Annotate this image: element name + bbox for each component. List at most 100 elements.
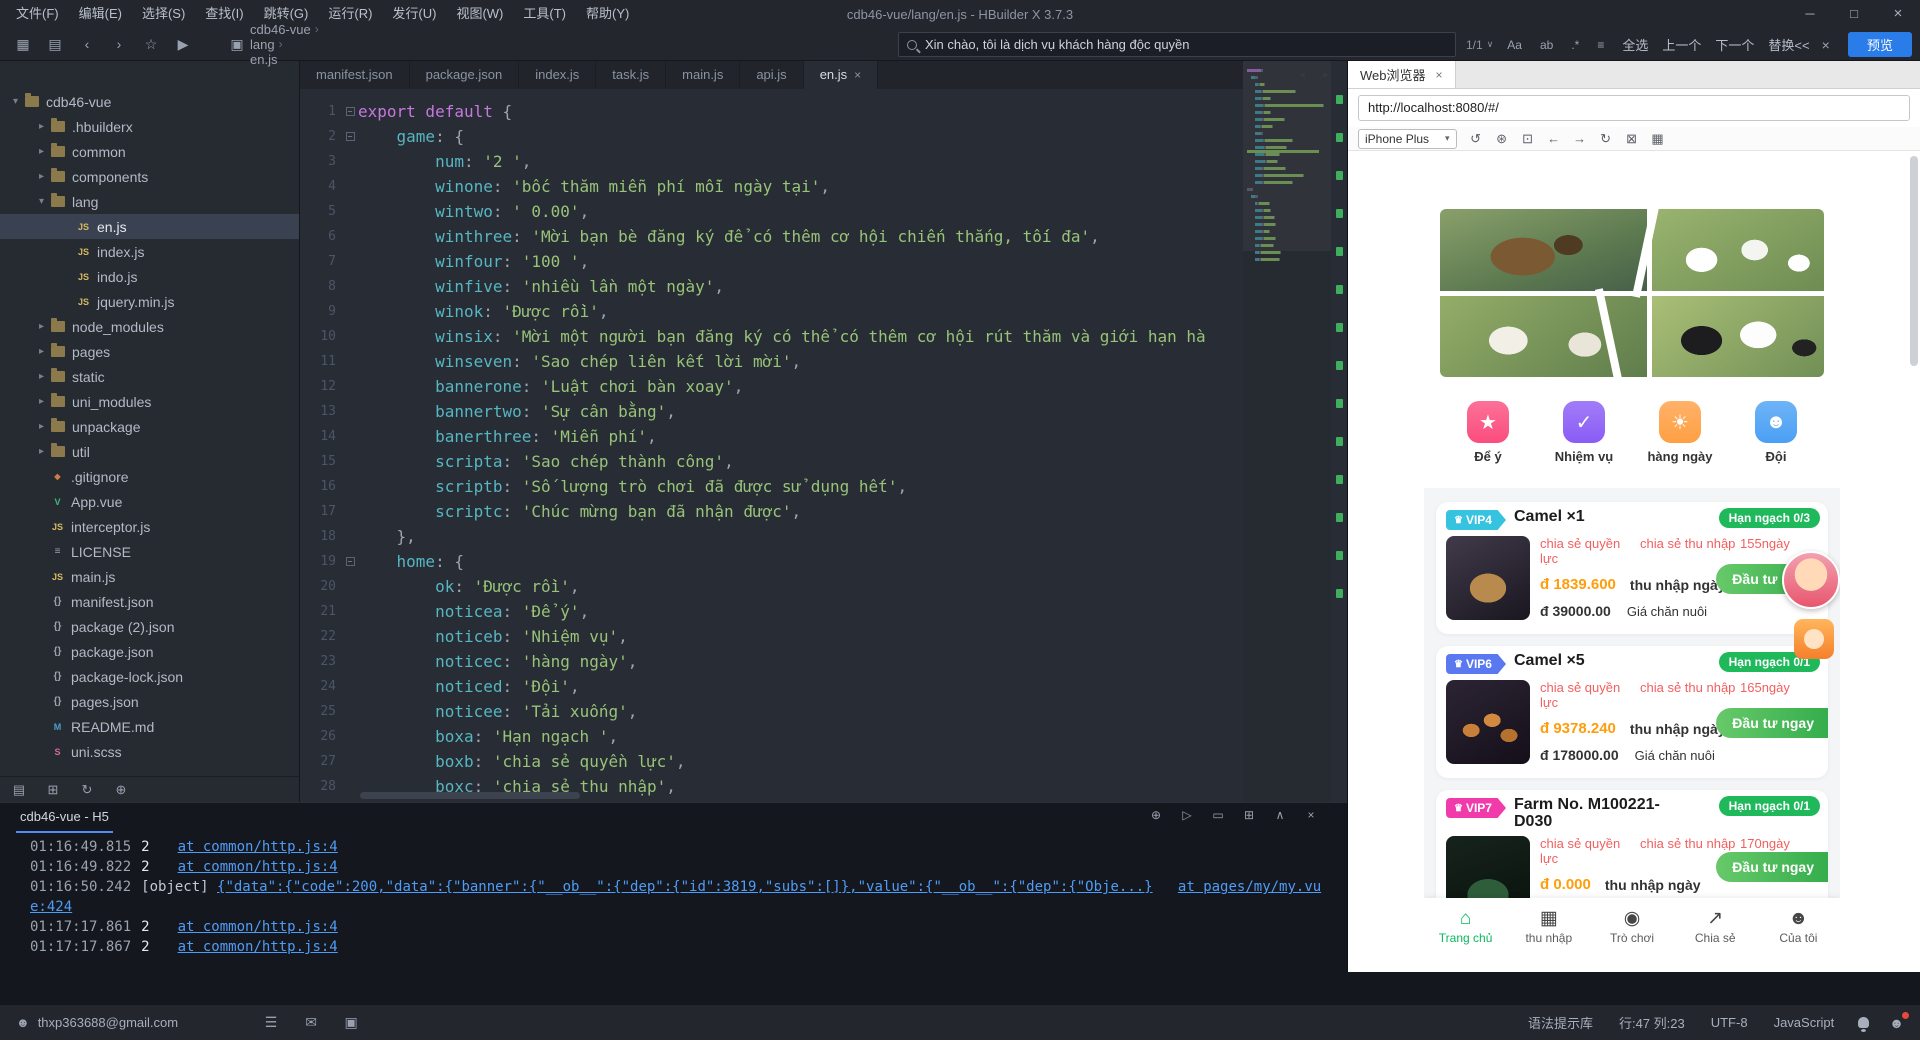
device-select[interactable]: iPhone Plus ▾ xyxy=(1358,128,1457,149)
find-action-button[interactable]: 上一个 xyxy=(1662,35,1701,54)
customer-service-avatar[interactable] xyxy=(1782,551,1840,609)
code-line[interactable]: 16 scriptb: 'Số lượng trò chơi đã được s… xyxy=(300,474,1347,499)
chevron-icon[interactable]: ▸ xyxy=(34,396,49,407)
code-line[interactable]: 13 bannertwo: 'Sự cân bằng', xyxy=(300,399,1347,424)
code-line[interactable]: 25 noticee: 'Tải xuống', xyxy=(300,699,1347,724)
statusbar-item[interactable]: UTF-8 xyxy=(1711,1015,1748,1030)
tree-item-interceptor.js[interactable]: JS interceptor.js xyxy=(0,514,299,539)
chevron-icon[interactable]: ▾ xyxy=(34,196,49,207)
tree-item-index.js[interactable]: JS index.js xyxy=(0,239,299,264)
tree-item-jquery.min.js[interactable]: JS jquery.min.js xyxy=(0,289,299,314)
chevron-icon[interactable]: ▸ xyxy=(34,146,49,157)
chevron-icon[interactable]: ▸ xyxy=(34,421,49,432)
close-icon[interactable]: × xyxy=(1876,0,1920,28)
chevron-icon[interactable]: ▸ xyxy=(34,346,49,357)
breadcrumb-item[interactable]: en.js xyxy=(250,52,277,67)
code-line[interactable]: 20 ok: 'Được rồi', xyxy=(300,574,1347,599)
preview-tab-close-icon[interactable]: × xyxy=(1436,68,1443,82)
search-option-toggle[interactable]: ≡ xyxy=(1593,36,1608,54)
settings-icon[interactable]: ⊛ xyxy=(1495,131,1509,147)
editor-tab[interactable]: main.js× xyxy=(666,61,741,89)
nav-forward-icon[interactable]: → xyxy=(1573,131,1587,147)
code-line[interactable]: 1− export default { xyxy=(300,99,1347,124)
forward-icon[interactable]: › xyxy=(110,36,128,53)
code-line[interactable]: 3 num: '2 ', xyxy=(300,149,1347,174)
banner-carousel[interactable] xyxy=(1440,209,1824,377)
breadcrumb-item[interactable]: cdb46-vue xyxy=(250,22,311,37)
editor-tab[interactable]: index.js× xyxy=(519,61,597,89)
tree-item-en.js[interactable]: JS en.js xyxy=(0,214,299,239)
chevron-icon[interactable]: ▸ xyxy=(34,171,49,182)
qr-icon[interactable]: ▦ xyxy=(1651,131,1665,147)
invest-button[interactable]: Đầu tư ngay xyxy=(1716,852,1828,882)
close-icon[interactable]: × xyxy=(1302,808,1320,822)
editor-tab[interactable]: en.js × xyxy=(803,61,879,89)
code-line[interactable]: 2− game: { xyxy=(300,124,1347,149)
menu-item[interactable]: 发行(U) xyxy=(382,0,446,28)
screenshot-icon[interactable]: ⊡ xyxy=(1521,131,1535,147)
code-line[interactable]: 19− home: { xyxy=(300,549,1347,574)
tree-item-package (2).json[interactable]: {} package (2).json xyxy=(0,614,299,639)
tree-item-.hbuilderx[interactable]: ▸ .hbuilderx xyxy=(0,114,299,139)
chevron-icon[interactable]: ▸ xyxy=(34,321,49,332)
find-action-button[interactable]: 全选 xyxy=(1622,35,1648,54)
tree-item-package-lock.json[interactable]: {} package-lock.json xyxy=(0,664,299,689)
lock-icon[interactable]: ⊠ xyxy=(1625,131,1639,147)
find-close-icon[interactable]: × xyxy=(1822,37,1830,53)
rotate-icon[interactable]: ↺ xyxy=(1469,131,1483,147)
code-area[interactable]: 1− export default {2− game: {3 num: '2 ',… xyxy=(300,89,1347,802)
fold-icon[interactable]: − xyxy=(345,107,355,116)
tree-item-unpackage[interactable]: ▸ unpackage xyxy=(0,414,299,439)
run-icon[interactable]: ▶ xyxy=(174,36,192,53)
menu-shortcut[interactable]: ★ Để ý xyxy=(1440,401,1536,464)
tab-close-icon[interactable]: × xyxy=(854,61,861,89)
chevron-down-icon[interactable]: ∨ xyxy=(1487,39,1494,50)
code-line[interactable]: 24 noticed: 'Đội', xyxy=(300,674,1347,699)
menu-item[interactable]: 选择(S) xyxy=(132,0,195,28)
statusbar-item[interactable]: JavaScript xyxy=(1774,1015,1835,1030)
chevron-icon[interactable]: ▾ xyxy=(8,96,23,107)
statusbar-item[interactable]: 行:47 列:23 xyxy=(1619,1013,1685,1032)
code-line[interactable]: 9 winok: 'Được rồi', xyxy=(300,299,1347,324)
tree-item-static[interactable]: ▸ static xyxy=(0,364,299,389)
tree-item-indo.js[interactable]: JS indo.js xyxy=(0,264,299,289)
nav-item[interactable]: ⌂ Trang chủ xyxy=(1424,898,1507,956)
tree-item-util[interactable]: ▸ util xyxy=(0,439,299,464)
tree-item-App.vue[interactable]: V App.vue xyxy=(0,489,299,514)
new-window-icon[interactable]: ▦ xyxy=(14,36,32,53)
code-line[interactable]: 6 winthree: 'Mời bạn bè đăng ký để có th… xyxy=(300,224,1347,249)
collapse-icon[interactable]: ∧ xyxy=(1271,808,1289,822)
menu-item[interactable]: 编辑(E) xyxy=(69,0,132,28)
tree-item-README.md[interactable]: M README.md xyxy=(0,714,299,739)
code-line[interactable]: 23 noticec: 'hàng ngày', xyxy=(300,649,1347,674)
log-link[interactable]: at common/http.js:4 xyxy=(178,839,338,855)
minimize-icon[interactable]: ─ xyxy=(1788,0,1832,28)
play-icon[interactable]: ▷ xyxy=(1178,808,1196,822)
product-card[interactable]: ♛ VIP4 Camel ×1 Hạn ngạch 0/3 chia sẻ quy… xyxy=(1436,502,1828,634)
horizontal-scrollbar[interactable] xyxy=(360,792,580,799)
preview-tab[interactable]: Web浏览器 × xyxy=(1348,61,1456,88)
code-line[interactable]: 15 scripta: 'Sao chép thành công', xyxy=(300,449,1347,474)
tree-item-uni.scss[interactable]: Suni.scss xyxy=(0,739,299,764)
tree-item-lang[interactable]: ▾ lang xyxy=(0,189,299,214)
chevron-icon[interactable]: ▸ xyxy=(34,121,49,132)
account-email[interactable]: thxp363688@gmail.com xyxy=(38,1015,178,1030)
log-link[interactable]: at common/http.js:4 xyxy=(178,939,338,955)
nav-item[interactable]: ☻ Của tôi xyxy=(1757,898,1840,956)
tree-item-pages[interactable]: ▸ pages xyxy=(0,339,299,364)
tree-item-main.js[interactable]: JS main.js xyxy=(0,564,299,589)
menu-shortcut[interactable]: ✓ Nhiệm vụ xyxy=(1536,401,1632,464)
chevron-icon[interactable]: ▸ xyxy=(34,446,49,457)
nav-item[interactable]: ▦ thu nhập xyxy=(1507,898,1590,956)
back-icon[interactable]: ‹ xyxy=(78,36,96,53)
panel-icon[interactable]: ⊞ xyxy=(44,782,62,798)
menu-shortcut[interactable]: ☀ hàng ngày xyxy=(1632,401,1728,464)
menu-item[interactable]: 工具(T) xyxy=(513,0,576,28)
code-line[interactable]: 17 scriptc: 'Chúc mừng bạn đã nhận được'… xyxy=(300,499,1347,524)
board-icon[interactable]: ▣ xyxy=(342,1014,360,1031)
menu-shortcut[interactable]: ☻ Đội xyxy=(1728,401,1824,464)
search-option-toggle[interactable]: ab xyxy=(1536,36,1557,54)
star-icon[interactable]: ☆ xyxy=(142,36,160,53)
tree-item-common[interactable]: ▸ common xyxy=(0,139,299,164)
chevron-icon[interactable]: ▸ xyxy=(34,371,49,382)
